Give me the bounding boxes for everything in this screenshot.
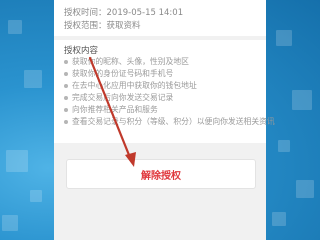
annotation-arrow-icon <box>88 56 136 167</box>
